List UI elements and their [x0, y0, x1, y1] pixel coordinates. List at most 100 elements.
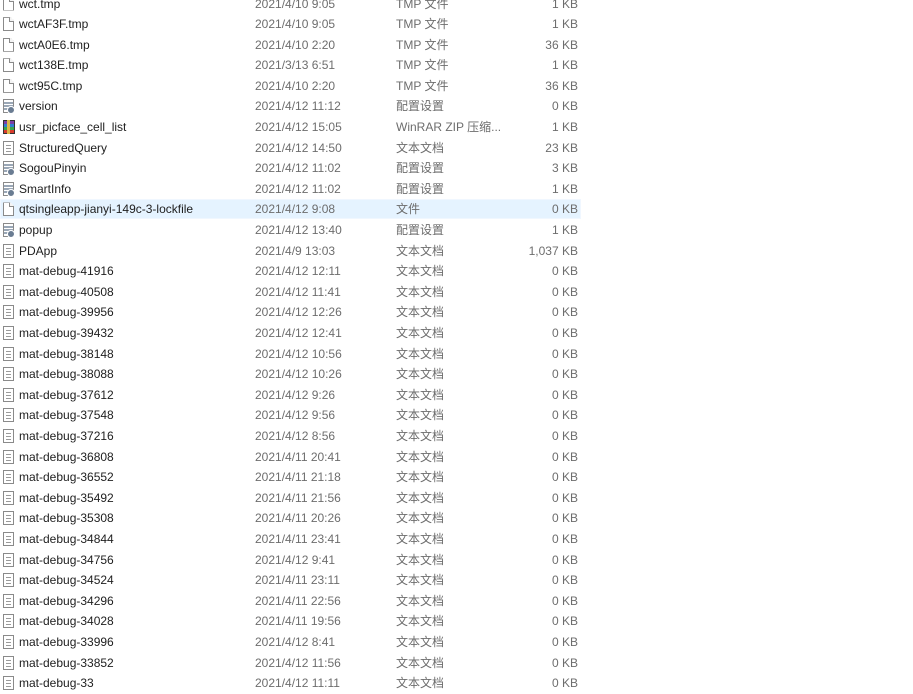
file-size: 1 KB [551, 120, 578, 135]
file-size: 0 KB [551, 490, 578, 505]
file-type: 文本文档 [396, 284, 445, 299]
file-size: 0 KB [551, 614, 578, 629]
file-date: 2021/4/12 11:11 [255, 676, 340, 691]
file-row[interactable]: mat-debug-33852 2021/4/12 11:56 文本文档 0 KB [0, 653, 913, 674]
file-type: 文本文档 [396, 552, 445, 567]
file-row[interactable]: mat-debug-38088 2021/4/12 10:26 文本文档 0 KB [0, 364, 913, 385]
file-date: 2021/4/12 9:56 [255, 408, 336, 423]
file-row[interactable]: mat-debug-35492 2021/4/11 21:56 文本文档 0 KB [0, 488, 913, 509]
file-name: mat-debug-39432 [19, 326, 114, 340]
file-row-selected[interactable]: qtsingleapp-jianyi-149c-3-lockfile 2021/4… [0, 199, 913, 220]
file-row[interactable]: mat-debug-37216 2021/4/12 8:56 文本文档 0 KB [0, 426, 913, 447]
file-row[interactable]: mat-debug-38148 2021/4/12 10:56 文本文档 0 KB [0, 344, 913, 365]
file-row[interactable]: PDApp 2021/4/9 13:03 文本文档 1,037 KB [0, 241, 913, 262]
file-size: 0 KB [551, 264, 578, 279]
file-size: 0 KB [551, 593, 578, 608]
file-date: 2021/4/12 8:56 [255, 428, 336, 443]
file-type: 文本文档 [396, 531, 445, 546]
file-row[interactable]: popup 2021/4/12 13:40 配置设置 1 KB [0, 220, 913, 241]
file-name: StructuredQuery [19, 140, 108, 155]
blank-file-icon [3, 202, 14, 217]
file-row[interactable]: mat-debug-34756 2021/4/12 9:41 文本文档 0 KB [0, 550, 913, 571]
file-row[interactable]: SogouPinyin 2021/4/12 11:02 配置设置 3 KB [0, 158, 913, 179]
file-type: WinRAR ZIP 压缩... [396, 120, 502, 135]
file-type: 文本文档 [396, 428, 445, 443]
file-name: wct95C.tmp [19, 78, 83, 93]
text-file-icon [3, 367, 14, 382]
file-size: 0 KB [551, 511, 578, 526]
file-row[interactable]: mat-debug-36552 2021/4/11 21:18 文本文档 0 KB [0, 467, 913, 488]
file-name: mat-debug-38088 [19, 367, 114, 382]
file-name: mat-debug-35492 [19, 490, 114, 505]
file-size: 0 KB [551, 99, 578, 114]
file-size: 1 KB [551, 17, 578, 32]
file-name: mat-debug-36808 [19, 449, 114, 464]
file-row[interactable]: wct95C.tmp 2021/4/10 2:20 TMP 文件 36 KB [0, 76, 913, 97]
file-row[interactable]: mat-debug-41916 2021/4/12 12:11 文本文档 0 KB [0, 261, 913, 282]
file-row[interactable]: mat-debug-39956 2021/4/12 12:26 文本文档 0 KB [0, 302, 913, 323]
file-size: 3 KB [551, 161, 578, 176]
config-file-icon [3, 99, 15, 115]
file-name: mat-debug-36552 [19, 470, 114, 485]
file-type: 文本文档 [396, 449, 445, 464]
file-type: 文本文档 [396, 614, 445, 629]
file-size: 0 KB [551, 428, 578, 443]
text-file-icon [3, 490, 14, 505]
text-file-icon [3, 552, 14, 567]
file-date: 2021/4/12 11:41 [255, 284, 341, 299]
file-date: 2021/4/11 22:56 [255, 593, 341, 608]
file-row[interactable]: mat-debug-34028 2021/4/11 19:56 文本文档 0 KB [0, 611, 913, 632]
blank-file-icon [3, 78, 14, 93]
file-row[interactable]: mat-debug-34296 2021/4/11 22:56 文本文档 0 KB [0, 591, 913, 612]
file-date: 2021/4/12 12:26 [255, 305, 342, 320]
config-file-icon [3, 223, 15, 239]
file-date: 2021/4/11 20:41 [255, 449, 341, 464]
file-size: 1 KB [551, 223, 578, 238]
file-row[interactable]: wctA0E6.tmp 2021/4/10 2:20 TMP 文件 36 KB [0, 35, 913, 56]
file-row[interactable]: version 2021/4/12 11:12 配置设置 0 KB [0, 96, 913, 117]
text-file-icon [3, 428, 14, 443]
file-type: 文本文档 [396, 264, 445, 279]
file-type: 配置设置 [396, 161, 445, 176]
file-date: 2021/4/9 13:03 [255, 243, 336, 258]
file-type: 文件 [396, 202, 421, 217]
file-row[interactable]: mat-debug-40508 2021/4/12 11:41 文本文档 0 KB [0, 282, 913, 303]
text-file-icon [3, 470, 14, 485]
text-file-icon [3, 449, 14, 464]
file-row[interactable]: mat-debug-35308 2021/4/11 20:26 文本文档 0 KB [0, 508, 913, 529]
file-row[interactable]: mat-debug-37612 2021/4/12 9:26 文本文档 0 KB [0, 385, 913, 406]
file-date: 2021/4/10 9:05 [255, 17, 336, 32]
text-file-icon [3, 284, 14, 299]
text-file-icon [3, 511, 14, 526]
text-file-icon [3, 243, 14, 258]
file-name: PDApp [19, 243, 58, 258]
file-row[interactable]: SmartInfo 2021/4/12 11:02 配置设置 1 KB [0, 179, 913, 200]
file-row[interactable]: mat-debug-34524 2021/4/11 23:11 文本文档 0 KB [0, 570, 913, 591]
file-list: wct.tmp 2021/4/10 9:05 TMP 文件 1 KB wctAF3F.… [0, 0, 913, 694]
file-type: 文本文档 [396, 387, 445, 402]
file-date: 2021/4/12 11:12 [255, 99, 341, 114]
file-row[interactable]: usr_picface_cell_list 2021/4/12 15:05 WinR… [0, 117, 913, 138]
file-row[interactable]: StructuredQuery 2021/4/12 14:50 文本文档 23 KB [0, 138, 913, 159]
file-row[interactable]: wctAF3F.tmp 2021/4/10 9:05 TMP 文件 1 KB [0, 14, 913, 35]
file-name: mat-debug-40508 [19, 284, 114, 299]
file-date: 2021/4/12 9:41 [255, 552, 336, 567]
file-row[interactable]: mat-debug-37548 2021/4/12 9:56 文本文档 0 KB [0, 405, 913, 426]
file-row[interactable]: wct.tmp 2021/4/10 9:05 TMP 文件 1 KB [0, 0, 913, 14]
file-row[interactable]: wct138E.tmp 2021/3/13 6:51 TMP 文件 1 KB [0, 55, 913, 76]
file-row[interactable]: mat-debug-36808 2021/4/11 20:41 文本文档 0 KB [0, 447, 913, 468]
file-type: 文本文档 [396, 511, 445, 526]
blank-file-icon [3, 58, 14, 73]
file-row[interactable]: mat-debug-39432 2021/4/12 12:41 文本文档 0 KB [0, 323, 913, 344]
file-name: wct138E.tmp [19, 58, 89, 73]
file-type: TMP 文件 [396, 17, 449, 32]
file-row[interactable]: mat-debug-33 2021/4/12 11:11 文本文档 0 KB [0, 673, 913, 694]
file-date: 2021/4/11 21:56 [255, 490, 341, 505]
file-name: qtsingleapp-jianyi-149c-3-lockfile [19, 202, 194, 217]
file-size: 1 KB [551, 0, 578, 11]
file-size: 36 KB [545, 37, 578, 52]
file-name: mat-debug-35308 [19, 511, 114, 526]
file-date: 2021/4/10 2:20 [255, 37, 336, 52]
file-row[interactable]: mat-debug-33996 2021/4/12 8:41 文本文档 0 KB [0, 632, 913, 653]
file-row[interactable]: mat-debug-34844 2021/4/11 23:41 文本文档 0 KB [0, 529, 913, 550]
